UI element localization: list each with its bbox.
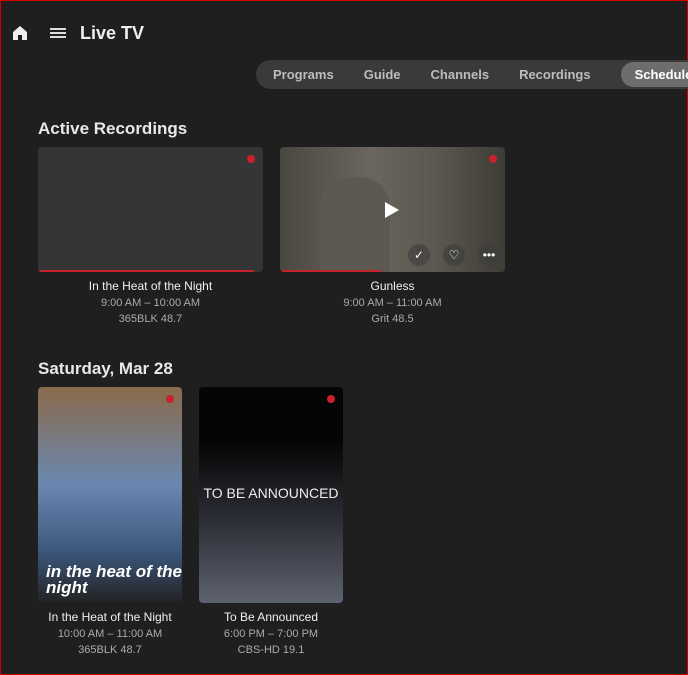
card-channel: Grit 48.5 [371,313,414,325]
card-title[interactable]: In the Heat of the Night [38,610,182,624]
poster[interactable]: TO BE ANNOUNCED [199,387,343,603]
menu-icon[interactable] [50,26,66,40]
card-title[interactable]: In the Heat of the Night [38,279,263,293]
more-options-icon[interactable]: ••• [478,244,500,266]
card-title[interactable]: Gunless [280,279,505,293]
progress-bar [38,270,254,272]
poster-figure [320,177,390,272]
scheduled-card[interactable]: TO BE ANNOUNCED To Be Announced 6:00 PM … [199,387,343,656]
card-channel: 365BLK 48.7 [78,644,142,656]
poster-title: in the heat of the night [46,562,182,597]
page-title: Live TV [80,22,145,43]
home-icon[interactable] [11,24,29,42]
poster-title: TO BE ANNOUNCED [203,485,339,501]
card-channel: 365BLK 48.7 [118,313,183,325]
recording-card[interactable]: In the Heat of the Night 9:00 AM – 10:00… [38,147,263,325]
card-channel: CBS-HD 19.1 [237,644,305,656]
scheduled-card[interactable]: in the heat of the night In the Heat of … [38,387,182,656]
tab-programs[interactable]: Programs [273,67,334,82]
mark-watched-icon[interactable]: ✓ [408,244,430,266]
progress-bar [280,270,382,272]
tab-guide[interactable]: Guide [364,67,401,82]
card-title[interactable]: To Be Announced [199,610,343,624]
tab-schedule[interactable]: Schedule [620,62,688,87]
section-title: Saturday, Mar 28 [38,359,173,378]
play-icon[interactable] [384,201,400,219]
favorite-icon[interactable]: ♡ [443,244,465,266]
card-time: 10:00 AM – 11:00 AM [57,628,163,640]
recording-indicator-icon [489,155,497,163]
tab-channels[interactable]: Channels [431,67,490,82]
card-time: 6:00 PM – 7:00 PM [223,628,319,640]
header: Live TV [11,21,144,45]
poster[interactable]: in the heat of the night [38,387,182,603]
card-time: 9:00 AM – 11:00 AM [343,297,442,309]
thumbnail[interactable] [38,147,263,272]
recording-card[interactable]: ✓ ♡ ••• Gunless 9:00 AM – 11:00 AM Grit … [280,147,505,325]
recording-indicator-icon [166,395,174,403]
recording-indicator-icon [247,155,255,163]
card-time: 9:00 AM – 10:00 AM [100,297,201,309]
tab-recordings[interactable]: Recordings [519,67,591,82]
section-title: Active Recordings [38,119,188,138]
thumbnail[interactable]: ✓ ♡ ••• [280,147,505,272]
tab-bar: Programs Guide Channels Recordings Sched… [256,60,688,89]
recording-indicator-icon [327,395,335,403]
